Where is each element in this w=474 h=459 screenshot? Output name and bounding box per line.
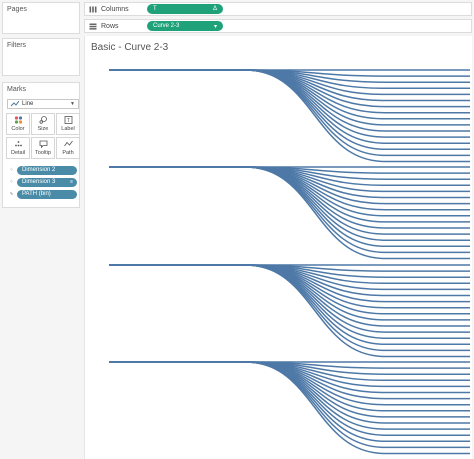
pill-label: Dimension 3	[22, 179, 56, 185]
size-label: Size	[37, 126, 49, 132]
mark-buttons: Color Size T Label Detail Tooltip Path	[6, 113, 80, 159]
filters-title: Filters	[7, 42, 27, 49]
color-label: Color	[11, 126, 25, 132]
sort-icon: ≡	[70, 179, 73, 185]
label-icon: T	[64, 116, 72, 124]
chevron-down-icon: ▼	[70, 101, 75, 107]
columns-shelf-label: Columns	[85, 6, 147, 13]
rows-label: Rows	[101, 22, 119, 30]
rows-pill[interactable]: Curve 2-3 ▾	[147, 21, 223, 31]
filters-panel[interactable]: Filters	[2, 38, 80, 76]
size-icon	[39, 116, 47, 124]
rows-shelf-label: Rows	[85, 23, 147, 30]
path-icon: ∿	[9, 191, 14, 197]
color-icon	[14, 116, 22, 124]
svg-text:T: T	[66, 118, 69, 124]
tooltip-icon	[39, 140, 47, 148]
dimension-3-pill[interactable]: Dimension 3 ≡	[17, 177, 77, 187]
columns-label: Columns	[101, 5, 129, 13]
tooltip-button[interactable]: Tooltip	[31, 137, 55, 159]
mark-type-dropdown[interactable]: Line ▼	[7, 99, 79, 109]
detail-icon: ⁘	[9, 167, 14, 173]
pill-row: ∿ PATH (bin)	[6, 189, 80, 199]
delta-icon: Δ	[212, 6, 217, 12]
marks-panel: Marks Line ▼ Color Size T Label Detail T…	[2, 82, 80, 208]
pill-row: ⁘ Dimension 3 ≡	[6, 177, 80, 187]
tooltip-label: Tooltip	[35, 150, 51, 156]
pages-title: Pages	[7, 6, 27, 13]
detail-button[interactable]: Detail	[6, 137, 30, 159]
left-sidebar: Pages Filters Marks Line ▼ Color Size T …	[0, 0, 82, 459]
viz-canvas[interactable]: Basic - Curve 2-3	[84, 36, 472, 459]
rows-shelf[interactable]: Rows Curve 2-3 ▾	[84, 19, 472, 33]
rows-pill-label: Curve 2-3	[153, 23, 180, 29]
columns-pill[interactable]: T Δ	[147, 4, 223, 14]
label-button[interactable]: T Label	[56, 113, 80, 135]
rows-icon	[89, 23, 97, 30]
marks-pills: ⁘ Dimension 2 ⁘ Dimension 3 ≡ ∿ PATH (bin…	[6, 165, 80, 201]
detail-label: Detail	[10, 150, 26, 156]
sheet-title: Basic - Curve 2-3	[91, 42, 169, 53]
pill-row: ⁘ Dimension 2	[6, 165, 80, 175]
color-button[interactable]: Color	[6, 113, 30, 135]
path-icon	[63, 140, 73, 147]
columns-shelf[interactable]: Columns T Δ	[84, 2, 472, 16]
columns-icon	[89, 6, 97, 12]
path-bin-pill[interactable]: PATH (bin)	[17, 189, 77, 199]
columns-pill-label: T	[153, 6, 157, 12]
chevron-down-icon: ▾	[213, 23, 217, 30]
tableau-workspace: Pages Filters Marks Line ▼ Color Size T …	[0, 0, 474, 459]
pill-label: PATH (bin)	[22, 191, 51, 197]
marks-title: Marks	[7, 86, 27, 93]
label-label: Label	[61, 126, 75, 132]
pages-panel[interactable]: Pages	[2, 2, 80, 34]
curve-chart[interactable]	[85, 60, 473, 459]
size-button[interactable]: Size	[31, 113, 55, 135]
detail-icon: ⁘	[9, 179, 14, 185]
path-label: Path	[62, 150, 74, 156]
dimension-2-pill[interactable]: Dimension 2	[17, 165, 77, 175]
line-chart-icon	[11, 101, 19, 107]
detail-icon	[14, 141, 22, 147]
mark-type-label: Line	[22, 101, 34, 107]
path-button[interactable]: Path	[56, 137, 80, 159]
pill-label: Dimension 2	[22, 167, 56, 173]
